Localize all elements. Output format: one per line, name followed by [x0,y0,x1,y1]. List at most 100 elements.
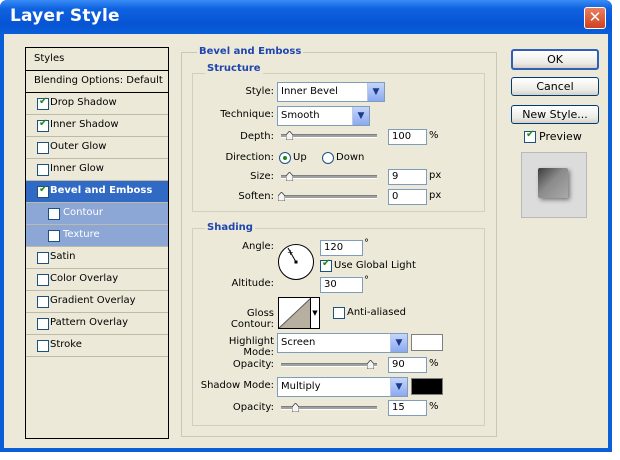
angle-dial[interactable]: + [277,243,315,281]
style-item-label: Inner Shadow [50,119,119,130]
layer-style-window: Layer Style ✕ Styles Blending Options: D… [0,0,612,452]
style-item-label: Inner Glow [50,163,104,174]
anti-aliased-label: Anti-aliased [347,307,407,318]
style-checkbox[interactable] [37,274,49,286]
highlight-opacity-input[interactable]: 90 [388,357,427,373]
style-checkbox[interactable]: ✔ [37,118,49,132]
size-unit: px [429,170,442,181]
close-icon[interactable]: ✕ [584,7,606,29]
soften-input[interactable]: 0 [388,189,427,205]
chevron-down-icon[interactable]: ▼ [390,378,407,396]
preview-label: Preview [539,130,582,143]
soften-slider-track[interactable] [281,195,377,199]
styles-list: Styles Blending Options: Default ✔ Drop S… [25,47,169,439]
style-item-label: Contour [63,207,103,218]
direction-label: Direction: [225,152,274,163]
title-bar[interactable]: Layer Style ✕ [0,0,612,34]
style-item-label: Stroke [50,339,82,350]
style-item-inner-glow[interactable]: Inner Glow [26,159,168,181]
direction-up-radio[interactable] [279,152,291,164]
style-item-label: Pattern Overlay [50,317,129,328]
style-item-outer-glow[interactable]: Outer Glow [26,137,168,159]
highlight-opacity-label: Opacity: [232,359,274,370]
style-item-satin[interactable]: Satin [26,247,168,269]
depth-label: Depth: [240,131,274,142]
anti-aliased-checkbox[interactable] [333,307,345,319]
style-checkbox[interactable] [37,318,49,330]
style-checkbox[interactable] [37,164,49,176]
chevron-down-icon[interactable]: ▼ [310,298,319,328]
size-slider-track[interactable] [281,175,377,179]
style-checkbox[interactable] [37,340,49,352]
depth-slider-track[interactable] [281,134,377,138]
structure-title: Structure [205,63,263,74]
gloss-contour-picker[interactable]: ▼ [278,297,320,329]
style-checkbox[interactable] [48,230,60,242]
use-global-light-checkbox[interactable]: ✔ [320,258,332,272]
depth-input[interactable]: 100 [388,129,427,145]
direction-down-radio[interactable] [322,152,334,164]
style-item-pattern-overlay[interactable]: Pattern Overlay [26,313,168,335]
style-item-drop-shadow[interactable]: ✔ Drop Shadow [26,93,168,115]
new-style-button[interactable]: New Style... [511,105,599,124]
altitude-unit: ° [364,275,369,286]
technique-select[interactable]: Smooth ▼ [277,106,370,126]
style-item-label: Bevel and Emboss [50,185,153,196]
shading-title: Shading [205,222,255,233]
shadow-opacity-input[interactable]: 15 [388,400,427,416]
style-item-label: Gradient Overlay [50,295,136,306]
style-item-label: Satin [50,251,76,262]
style-select[interactable]: Inner Bevel ▼ [277,82,385,102]
angle-unit: ° [364,238,369,249]
style-label: Style: [245,86,275,97]
technique-label: Technique: [220,109,274,120]
style-item-bevel-and-emboss[interactable]: ✔ Bevel and Emboss [26,181,168,203]
style-checkbox[interactable] [37,252,49,264]
chevron-down-icon[interactable]: ▼ [367,83,384,101]
ok-button[interactable]: OK [511,49,599,70]
angle-label: Angle: [242,241,274,252]
style-item-label: Drop Shadow [50,97,117,108]
size-input[interactable]: 9 [388,169,427,185]
style-checkbox[interactable] [37,142,49,154]
preview-checkbox[interactable]: ✔ [524,129,536,143]
style-item-gradient-overlay[interactable]: Gradient Overlay [26,291,168,313]
highlight-color-swatch[interactable] [411,334,443,351]
style-item-texture[interactable]: Texture [26,225,168,247]
size-slider-thumb[interactable] [286,172,293,181]
gloss-contour-label: Gloss Contour: [230,308,274,330]
preview-swatch [538,168,568,198]
style-checkbox[interactable] [48,208,60,220]
style-checkbox[interactable]: ✔ [37,184,49,198]
highlight-mode-select[interactable]: Screen ▼ [277,333,408,353]
altitude-input[interactable]: 30 [320,277,363,293]
angle-input[interactable]: 120 [320,240,363,256]
style-item-stroke[interactable]: Stroke [26,335,168,357]
contour-thumbnail [279,298,311,328]
style-item-color-overlay[interactable]: Color Overlay [26,269,168,291]
highlight-opacity-unit: % [429,358,439,369]
shadow-opacity-thumb[interactable] [292,403,299,412]
chevron-down-icon[interactable]: ▼ [352,107,369,125]
style-checkbox[interactable] [37,296,49,308]
style-item-contour[interactable]: Contour [26,203,168,225]
highlight-opacity-thumb[interactable] [367,360,374,369]
highlight-opacity-track[interactable] [281,363,377,367]
depth-slider-thumb[interactable] [286,131,293,140]
shadow-opacity-label: Opacity: [232,402,274,413]
style-item-inner-shadow[interactable]: ✔ Inner Shadow [26,115,168,137]
use-global-light-label: Use Global Light [334,260,416,271]
shadow-mode-select[interactable]: Multiply ▼ [277,377,408,397]
styles-header[interactable]: Styles [26,48,168,71]
chevron-down-icon[interactable]: ▼ [390,334,407,352]
cancel-button[interactable]: Cancel [511,77,599,96]
style-checkbox[interactable]: ✔ [37,96,49,110]
soften-slider-thumb[interactable] [278,192,285,201]
window-title: Layer Style [10,6,120,26]
shadow-color-swatch[interactable] [411,378,443,395]
style-item-label: Outer Glow [50,141,107,152]
soften-unit: px [429,190,442,201]
style-item-label: Color Overlay [50,273,119,284]
blending-options-item[interactable]: Blending Options: Default [26,71,168,93]
shadow-opacity-unit: % [429,401,439,412]
